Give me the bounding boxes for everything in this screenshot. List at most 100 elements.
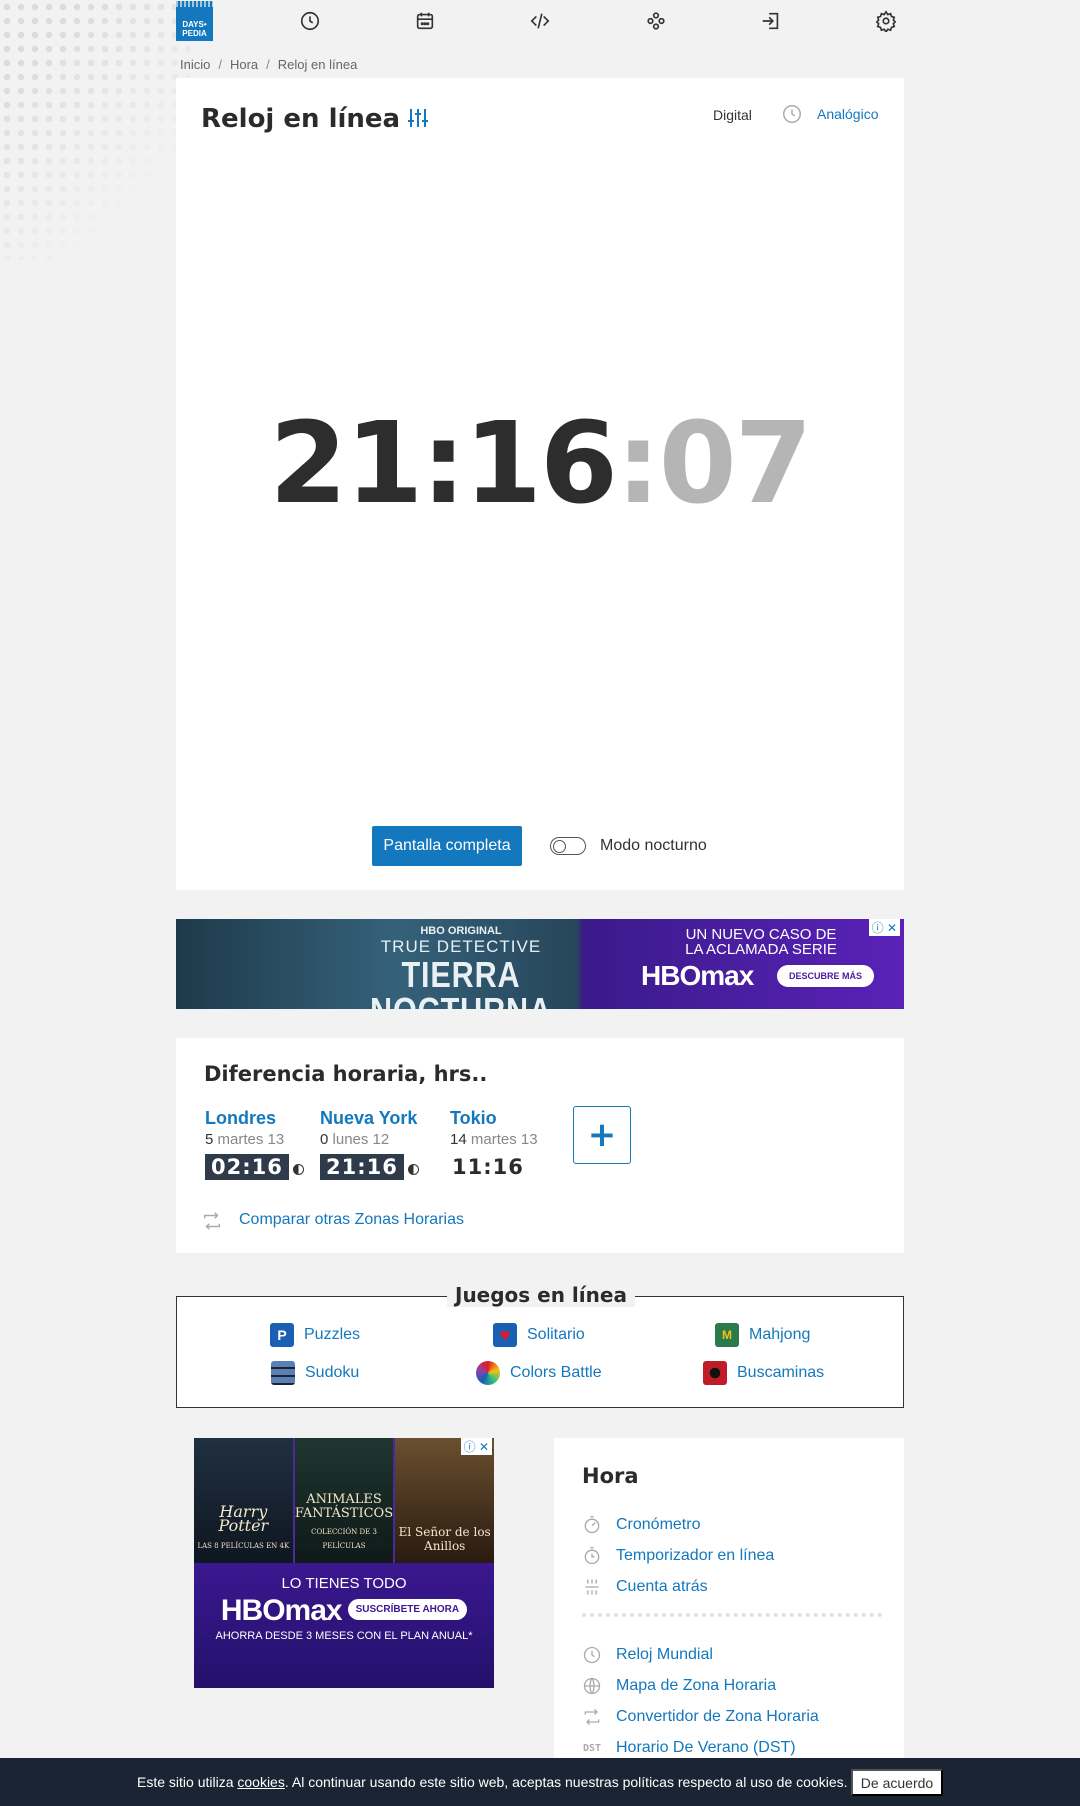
convert-icon — [582, 1707, 602, 1727]
ad-panel-title: ANIMALES FANTÁSTICOS — [294, 1492, 394, 1521]
game-label: Puzzles — [304, 1326, 361, 1343]
clock-icon[interactable] — [292, 3, 328, 39]
ad-side-panels: Harry Potter LAS 8 PELÍCULAS EN 4K ANIMAL… — [194, 1438, 494, 1563]
fullscreen-button[interactable]: Pantalla completa — [372, 826, 522, 866]
ad-banner-line1: UN NUEVO CASO DE — [685, 926, 837, 943]
city-name[interactable]: Nueva York — [320, 1108, 417, 1128]
game-solitario[interactable]: ♥ Solitario — [493, 1323, 585, 1347]
analog-clock-icon — [783, 105, 801, 123]
breadcrumb-current: Reloj en línea — [277, 57, 358, 72]
gear-icon[interactable] — [868, 3, 904, 39]
city-offset: 5 — [205, 1131, 214, 1148]
cookie-text-post: . Al continuar usando este sitio web, ac… — [284, 1774, 848, 1790]
city-name[interactable]: Tokio — [450, 1108, 497, 1128]
ad-banner-big: TIERRA NOCTURNA — [370, 954, 551, 1010]
add-city-button[interactable]: + — [573, 1106, 631, 1164]
stopwatch-icon — [582, 1515, 602, 1535]
ad-banner-right: UN NUEVO CASO DE LA ACLAMADA SERIE — [661, 927, 861, 957]
night-mode-label: Modo nocturno — [600, 837, 707, 854]
game-buscaminas[interactable]: Buscaminas — [703, 1361, 824, 1385]
link-reloj-mundial[interactable]: Reloj Mundial — [582, 1645, 713, 1665]
ad-close-icon[interactable]: ⓘ ✕ — [868, 919, 900, 936]
city-day: martes 13 — [217, 1131, 285, 1148]
decorative-dots — [0, 0, 190, 260]
heart-card-icon: ♥ — [493, 1323, 517, 1347]
timer-icon — [582, 1546, 602, 1566]
mode-digital[interactable]: Digital — [713, 107, 752, 123]
city-day: lunes 12 — [332, 1131, 390, 1148]
sudoku-grid-icon — [271, 1361, 295, 1385]
link-cuenta-atras[interactable]: Cuenta atrás — [582, 1577, 708, 1597]
mahjong-icon: M — [715, 1323, 739, 1347]
link-dst[interactable]: DST Horario De Verano (DST) — [582, 1738, 796, 1758]
calendar-icon[interactable] — [407, 3, 443, 39]
site-logo[interactable]: DAYS• PEDIA — [176, 1, 213, 41]
gamepad-icon[interactable] — [638, 3, 674, 39]
game-label: Solitario — [527, 1326, 585, 1343]
breadcrumb-separator: / — [218, 57, 222, 72]
puzzle-icon: P — [270, 1323, 294, 1347]
ad-side[interactable]: Harry Potter LAS 8 PELÍCULAS EN 4K ANIMAL… — [194, 1438, 494, 1688]
ad-side-cta[interactable]: SUSCRÍBETE AHORA — [347, 1599, 468, 1620]
link-mapa-zona[interactable]: Mapa de Zona Horaria — [582, 1676, 776, 1696]
games-title: Juegos en línea — [447, 1283, 635, 1307]
ad-banner-cta[interactable]: DESCUBRE MÁS — [777, 965, 875, 987]
link-cronometro[interactable]: Cronómetro — [582, 1515, 700, 1535]
link-label: Cronómetro — [616, 1516, 701, 1533]
link-label: Cuenta atrás — [616, 1578, 708, 1595]
breadcrumb-hora[interactable]: Hora — [230, 57, 258, 72]
ad-panel-sub: COLECCIÓN DE 3 PELÍCULAS — [311, 1528, 377, 1550]
ad-close-icon[interactable]: ⓘ ✕ — [460, 1438, 492, 1455]
link-convertidor[interactable]: Convertidor de Zona Horaria — [582, 1707, 819, 1727]
moon-icon — [292, 1164, 304, 1176]
city-offset-day: 0 lunes 12 — [320, 1131, 419, 1148]
city-day: martes 13 — [470, 1131, 538, 1148]
city-tokio: Tokio 14 martes 13 11:16 — [450, 1108, 538, 1180]
logo-line2: PEDIA — [182, 29, 207, 38]
time-seconds: :07 — [615, 399, 813, 529]
digital-time-display: 21:16:07 — [176, 408, 904, 520]
colors-battle-icon — [476, 1361, 500, 1385]
ad-banner-line2: LA ACLAMADA SERIE — [685, 941, 837, 958]
settings-sliders-icon[interactable] — [406, 106, 430, 130]
logo-line1: DAYS• — [182, 20, 207, 29]
cookie-accept-button[interactable]: De acuerdo — [851, 1769, 943, 1796]
game-label: Colors Battle — [510, 1364, 602, 1381]
ad-panel-harry-potter: Harry Potter LAS 8 PELÍCULAS EN 4K — [194, 1438, 293, 1563]
ad-side-brand: HBOmax — [220, 1594, 343, 1627]
clock-icon — [582, 1645, 602, 1665]
cookie-link[interactable]: cookies — [237, 1774, 284, 1790]
link-label: Mapa de Zona Horaria — [616, 1677, 777, 1694]
time-difference-card: Diferencia horaria, hrs.. Londres 5 mart… — [176, 1038, 904, 1253]
city-name[interactable]: Londres — [205, 1108, 276, 1128]
top-nav: DAYS• PEDIA — [176, 0, 904, 42]
game-label: Buscaminas — [737, 1364, 825, 1381]
game-puzzles[interactable]: P Puzzles — [270, 1323, 360, 1347]
game-label: Sudoku — [305, 1364, 360, 1381]
ad-panel-animales: ANIMALES FANTÁSTICOS COLECCIÓN DE 3 PELÍC… — [292, 1438, 394, 1563]
globe-icon — [582, 1676, 602, 1696]
ad-banner-left: HBO ORIGINAL TRUE DETECTIVE TIERRA NOCTU… — [336, 925, 586, 1009]
night-mode-toggle[interactable] — [550, 837, 586, 855]
time-difference-title: Diferencia horaria, hrs.. — [204, 1062, 488, 1086]
game-sudoku[interactable]: Sudoku — [271, 1361, 359, 1385]
ad-panel-title: El Señor de los Anillos — [398, 1525, 491, 1553]
link-temporizador[interactable]: Temporizador en línea — [582, 1546, 774, 1566]
city-offset-day: 5 martes 13 — [205, 1131, 304, 1148]
ad-banner[interactable]: HBO ORIGINAL TRUE DETECTIVE TIERRA NOCTU… — [176, 919, 904, 1009]
compare-icon — [203, 1212, 221, 1230]
city-londres: Londres 5 martes 13 02:16 — [205, 1108, 304, 1180]
game-colors-battle[interactable]: Colors Battle — [476, 1361, 602, 1385]
login-icon[interactable] — [753, 3, 789, 39]
ad-panel-sub: LAS 8 PELÍCULAS EN 4K — [197, 1542, 290, 1550]
mode-analog-link[interactable]: Analógico — [817, 106, 879, 122]
game-mahjong[interactable]: M Mahjong — [715, 1323, 810, 1347]
clock-card: Reloj en línea Digital Analógico 21:16:0… — [176, 78, 904, 890]
breadcrumb-home[interactable]: Inicio — [180, 57, 210, 72]
compare-timezones-link[interactable]: Comparar otras Zonas Horarias — [239, 1211, 464, 1229]
code-icon[interactable] — [522, 3, 558, 39]
city-offset: 0 — [320, 1131, 329, 1148]
cookie-text-pre: Este sitio utiliza — [137, 1774, 238, 1790]
ad-panel-title: Harry Potter — [218, 1502, 269, 1535]
breadcrumb: Inicio / Hora / Reloj en línea — [180, 57, 357, 72]
